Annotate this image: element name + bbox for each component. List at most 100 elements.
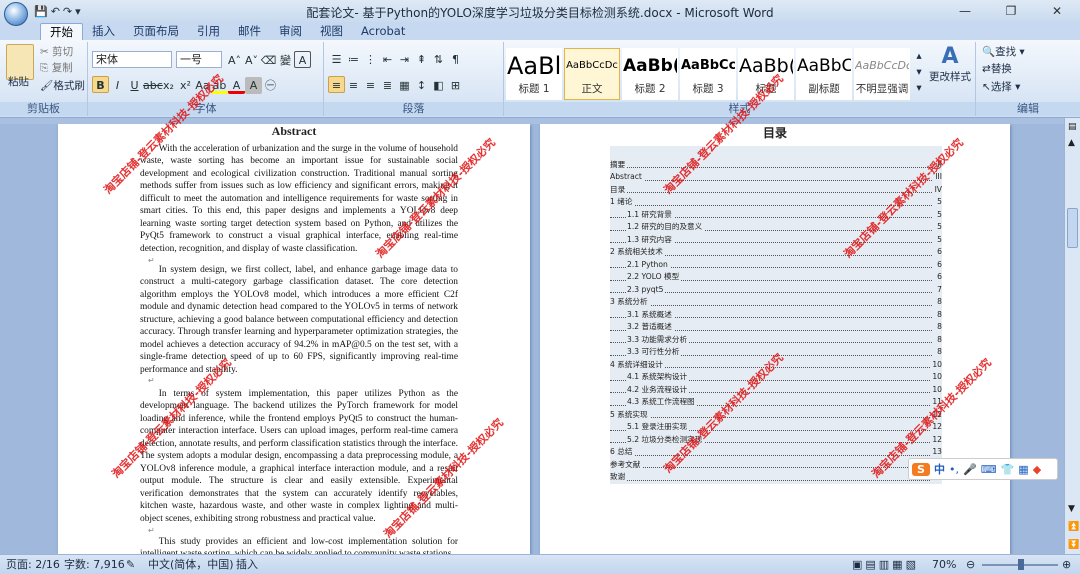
char-border-icon[interactable]: A	[294, 51, 311, 68]
paste-button[interactable]: 粘贴	[8, 74, 29, 89]
shrink-font-icon[interactable]: A˅	[243, 52, 260, 69]
tab-page-layout[interactable]: 页面布局	[124, 23, 188, 40]
toc-entry[interactable]: 3.1 系统概述 8	[610, 308, 942, 321]
vertical-scrollbar[interactable]: ▤ ▲ ▼ ⏫ ⏬	[1064, 118, 1080, 554]
font-size-select[interactable]: 一号	[176, 51, 222, 68]
distributed-icon[interactable]: ▦	[396, 77, 413, 94]
font-color-icon[interactable]: A	[228, 77, 245, 94]
close-button[interactable]: ✕	[1034, 0, 1080, 22]
microphone-icon[interactable]: 🎤	[963, 463, 977, 476]
enclose-char-icon[interactable]: ㊀	[262, 77, 279, 94]
toc-entry[interactable]: 摘要 II	[610, 158, 942, 171]
punctuation-icon[interactable]: •,	[949, 463, 959, 476]
bullets-icon[interactable]: ☰	[328, 51, 345, 68]
numbering-icon[interactable]: ≔	[345, 51, 362, 68]
decrease-indent-icon[interactable]: ⇤	[379, 51, 396, 68]
style-subtle-emphasis[interactable]: AaBbCcDc 不明显强调	[854, 48, 910, 100]
toc-entry[interactable]: 3.3 功能需求分析 8	[610, 333, 942, 346]
increase-indent-icon[interactable]: ⇥	[396, 51, 413, 68]
find-button[interactable]: 🔍查找 ▾	[982, 44, 1025, 59]
ime-toolbar[interactable]: S 中 •, 🎤 ⌨ 👕 ▦ ◆	[908, 458, 1058, 480]
toc-entry[interactable]: 5.1 登录注册实现 12	[610, 421, 942, 434]
page-indicator[interactable]: 页面: 2/16	[6, 555, 60, 574]
scroll-down-icon[interactable]: ▼	[1068, 504, 1075, 514]
clear-format-icon[interactable]: ⌫	[260, 52, 277, 69]
show-marks-icon[interactable]: ¶	[447, 51, 464, 68]
italic-icon[interactable]: I	[109, 77, 126, 94]
replace-button[interactable]: ⇄替换	[982, 61, 1012, 76]
toc-entry[interactable]: 4.1 系统架构设计 10	[610, 371, 942, 384]
style-normal[interactable]: AaBbCcDc 正文	[564, 48, 620, 100]
sort-icon[interactable]: ⇅	[430, 51, 447, 68]
tab-review[interactable]: 审阅	[270, 23, 311, 40]
subscript-icon[interactable]: x₂	[160, 77, 177, 94]
grow-font-icon[interactable]: A˄	[226, 52, 243, 69]
toc-entry[interactable]: 2.1 Python 6	[610, 258, 942, 271]
superscript-icon[interactable]: x²	[177, 77, 194, 94]
phonetic-icon[interactable]: 變	[277, 52, 294, 69]
zoom-in-icon[interactable]: ⊕	[1062, 555, 1071, 574]
tab-insert[interactable]: 插入	[83, 23, 124, 40]
bold-icon[interactable]: B	[92, 76, 109, 93]
tab-mailings[interactable]: 邮件	[229, 23, 270, 40]
justify-icon[interactable]: ≣	[379, 77, 396, 94]
format-painter-button[interactable]: 🖌格式刷	[40, 78, 85, 93]
toc-entry[interactable]: 致谢15	[610, 471, 942, 484]
underline-icon[interactable]: U	[126, 77, 143, 94]
toc-entry[interactable]: 5 系统实现 12	[610, 408, 942, 421]
keyboard-icon[interactable]: ⌨	[981, 463, 997, 476]
font-name-select[interactable]: 宋体	[92, 51, 172, 68]
prev-page-icon[interactable]: ⏫	[1068, 522, 1079, 532]
multilevel-list-icon[interactable]: ⋮	[362, 51, 379, 68]
page-right[interactable]: 目录 摘要 II Abstract III 目录 IV 1 绪论 5 1.1 研究背景 5 1.2 …	[540, 124, 1010, 554]
line-spacing-icon[interactable]: ↕	[413, 77, 430, 94]
view-buttons[interactable]: ▣▤▥▦▧	[852, 555, 919, 574]
strikethrough-icon[interactable]: abc	[143, 77, 163, 94]
style-heading2[interactable]: AaBb(标题 2	[622, 48, 678, 100]
char-shading-icon[interactable]: A	[245, 77, 262, 94]
emoji-icon[interactable]: ◆	[1033, 463, 1041, 476]
toc-entry[interactable]: 4.2 业务流程设计 10	[610, 383, 942, 396]
proofing-icon[interactable]: ✎	[126, 555, 135, 574]
toc-entry[interactable]: Abstract III	[610, 171, 942, 184]
chinese-layout-icon[interactable]: ⇞	[413, 51, 430, 68]
toc-entry[interactable]: 2.3 pyqt5 7	[610, 283, 942, 296]
copy-button[interactable]: ⎘ 复制	[40, 60, 73, 75]
insert-mode[interactable]: 插入	[236, 555, 258, 574]
style-heading1[interactable]: AaBl 标题 1	[506, 48, 562, 100]
skin-icon[interactable]: 👕	[1001, 463, 1015, 476]
tab-references[interactable]: 引用	[188, 23, 229, 40]
select-button[interactable]: ↖选择 ▾	[982, 79, 1020, 94]
tab-view[interactable]: 视图	[311, 23, 352, 40]
change-styles-button[interactable]: A 更改样式	[928, 44, 972, 84]
toc-entry[interactable]: 3 系统分析 8	[610, 296, 942, 309]
tab-home[interactable]: 开始	[40, 23, 83, 40]
page-left[interactable]: Abstract With the acceleration of urbani…	[58, 124, 530, 554]
scroll-up-icon[interactable]: ▲	[1068, 138, 1075, 148]
toc-entry[interactable]: 2 系统相关技术 6	[610, 246, 942, 259]
word-count[interactable]: 字数: 7,916	[64, 555, 125, 574]
tab-acrobat[interactable]: Acrobat	[352, 23, 414, 40]
scroll-thumb[interactable]	[1067, 208, 1078, 248]
toc-entry[interactable]: 1.3 研究内容 5	[610, 233, 942, 246]
align-left-icon[interactable]: ≡	[328, 76, 345, 93]
align-right-icon[interactable]: ≡	[362, 77, 379, 94]
style-subtitle[interactable]: AaBbC 副标题	[796, 48, 852, 100]
restore-button[interactable]: ❐	[988, 0, 1034, 22]
office-button[interactable]	[4, 2, 28, 26]
zoom-slider-thumb[interactable]	[1018, 559, 1024, 570]
toc-entry[interactable]: 2.2 YOLO 模型 6	[610, 271, 942, 284]
toc-entry[interactable]: 1.2 研究的目的及意义 5	[610, 221, 942, 234]
styles-scroll[interactable]: ▴ ▾ ▾	[914, 48, 924, 96]
zoom-out-icon[interactable]: ⊖	[966, 555, 975, 574]
toc-entry[interactable]: 4.3 系统工作流程图 11	[610, 396, 942, 409]
language-indicator[interactable]: 中文(简体，中国)	[148, 555, 234, 574]
shading-icon[interactable]: ◧	[430, 77, 447, 94]
cut-button[interactable]: ✂ 剪切	[40, 44, 73, 59]
style-heading3[interactable]: AaBbCc 标题 3	[680, 48, 736, 100]
toc-entry[interactable]: 3.2 普适概述 8	[610, 321, 942, 334]
minimize-button[interactable]: —	[942, 0, 988, 22]
align-center-icon[interactable]: ≡	[345, 77, 362, 94]
border-icon[interactable]: ⊞	[447, 77, 464, 94]
ime-mode[interactable]: 中	[934, 461, 945, 477]
